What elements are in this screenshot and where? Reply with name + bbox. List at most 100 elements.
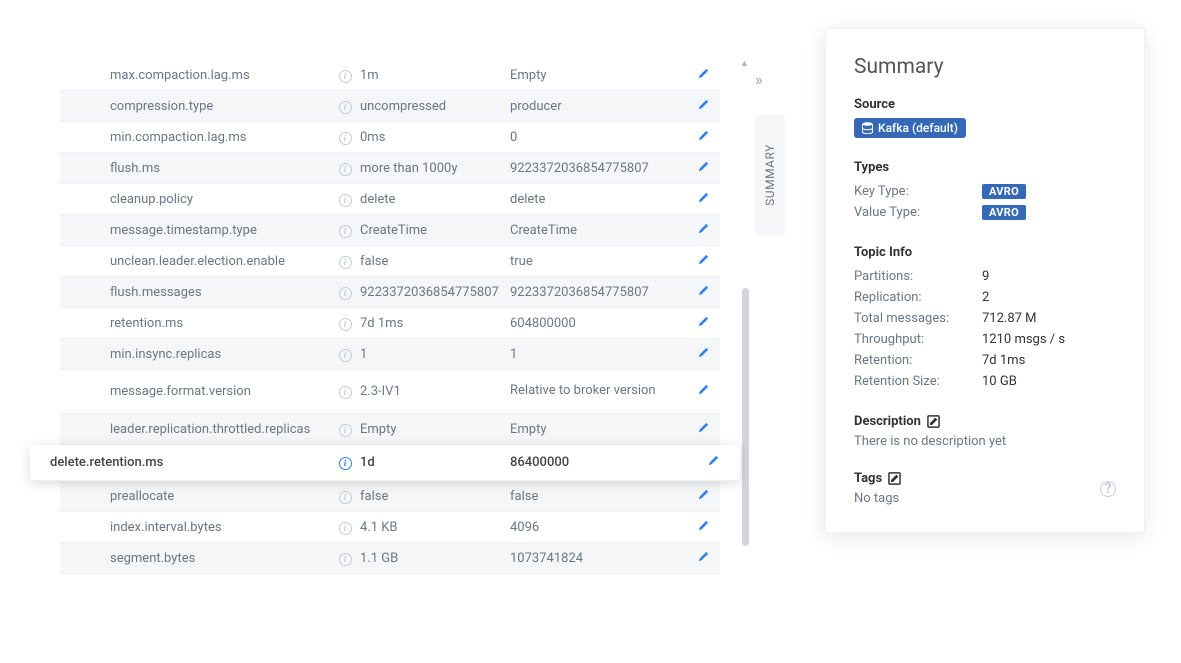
config-row[interactable]: min.compaction.lag.msi0ms0 <box>60 122 720 153</box>
config-row[interactable]: retention.msi7d 1ms604800000 <box>60 308 720 339</box>
info-icon-cell[interactable]: i <box>330 285 360 300</box>
edit-cell[interactable] <box>696 454 720 471</box>
pencil-icon[interactable] <box>697 129 710 142</box>
scrollbar-thumb[interactable] <box>742 288 749 546</box>
info-icon[interactable]: i <box>339 318 352 331</box>
info-icon[interactable]: i <box>339 70 352 83</box>
info-icon-cell[interactable]: i <box>330 520 360 535</box>
config-row[interactable]: preallocateifalsefalse <box>60 481 720 512</box>
pencil-icon[interactable] <box>697 315 710 328</box>
config-row[interactable]: message.timestamp.typeiCreateTimeCreateT… <box>60 215 720 246</box>
info-key: Throughput: <box>854 332 982 347</box>
edit-cell[interactable] <box>686 519 710 536</box>
pencil-icon[interactable] <box>697 160 710 173</box>
pencil-icon[interactable] <box>697 284 710 297</box>
scroll-up-icon[interactable]: ▲ <box>740 58 749 69</box>
info-icon[interactable]: i <box>339 101 352 114</box>
info-icon[interactable]: i <box>339 163 352 176</box>
pencil-icon[interactable] <box>697 98 710 111</box>
config-row[interactable]: leader.replication.throttled.replicasiEm… <box>60 414 720 445</box>
config-row[interactable]: segment.bytesi1.1 GB1073741824 <box>60 543 720 574</box>
config-row[interactable]: flush.msimore than 1000y9223372036854775… <box>60 153 720 184</box>
info-icon[interactable]: i <box>339 349 352 362</box>
pencil-icon[interactable] <box>697 67 710 80</box>
info-icon[interactable]: i <box>339 256 352 269</box>
edit-cell[interactable] <box>686 98 710 115</box>
config-value-display: delete <box>360 192 510 207</box>
source-badge-label: Kafka (default) <box>878 121 958 135</box>
pencil-icon[interactable] <box>697 191 710 204</box>
info-key: Replication: <box>854 290 982 305</box>
pencil-icon[interactable] <box>697 253 710 266</box>
info-icon-cell[interactable]: i <box>330 347 360 362</box>
info-icon-cell[interactable]: i <box>330 130 360 145</box>
info-icon[interactable]: i <box>339 491 352 504</box>
info-key: Retention Size: <box>854 374 982 389</box>
info-icon-cell[interactable]: i <box>330 68 360 83</box>
description-label: Description <box>854 414 921 429</box>
edit-cell[interactable] <box>686 129 710 146</box>
info-icon-cell[interactable]: i <box>330 316 360 331</box>
summary-tab[interactable]: SUMMARY <box>755 115 785 235</box>
info-key: Total messages: <box>854 311 982 326</box>
edit-tags-icon[interactable] <box>888 472 901 485</box>
pencil-icon[interactable] <box>697 346 710 359</box>
pencil-icon[interactable] <box>697 222 710 235</box>
info-icon[interactable]: i <box>339 522 352 535</box>
info-icon[interactable]: i <box>339 287 352 300</box>
edit-cell[interactable] <box>686 160 710 177</box>
info-icon-cell[interactable]: i <box>330 223 360 238</box>
info-icon-cell[interactable]: i <box>330 551 360 566</box>
help-icon[interactable]: ? <box>1100 481 1116 497</box>
info-icon-cell[interactable]: i <box>330 455 360 470</box>
edit-cell[interactable] <box>686 421 710 438</box>
config-row[interactable]: min.insync.replicasi11 <box>60 339 720 370</box>
pencil-icon[interactable] <box>697 383 710 396</box>
info-icon[interactable]: i <box>339 386 352 399</box>
edit-cell[interactable] <box>686 383 710 400</box>
edit-cell[interactable] <box>686 488 710 505</box>
edit-cell[interactable] <box>686 253 710 270</box>
info-icon-cell[interactable]: i <box>330 192 360 207</box>
config-row[interactable]: unclean.leader.election.enableifalsetrue <box>60 246 720 277</box>
config-row[interactable]: compression.typeiuncompressedproducer <box>60 91 720 122</box>
config-row[interactable]: flush.messagesi9223372036854775807922337… <box>60 277 720 308</box>
edit-cell[interactable] <box>686 191 710 208</box>
edit-cell[interactable] <box>686 284 710 301</box>
info-icon-cell[interactable]: i <box>330 254 360 269</box>
info-icon-cell[interactable]: i <box>330 489 360 504</box>
edit-cell[interactable] <box>686 315 710 332</box>
pencil-icon[interactable] <box>697 550 710 563</box>
pencil-icon[interactable] <box>697 519 710 532</box>
config-row[interactable]: max.compaction.lag.msi1mEmpty <box>60 60 720 91</box>
config-value-raw: 4096 <box>510 520 686 535</box>
config-row[interactable]: index.interval.bytesi4.1 KB4096 <box>60 512 720 543</box>
info-icon[interactable]: i <box>339 225 352 238</box>
edit-cell[interactable] <box>686 67 710 84</box>
config-value-raw: 9223372036854775807 <box>510 285 686 300</box>
edit-cell[interactable] <box>686 550 710 567</box>
value-type-row: Value Type: AVRO <box>854 202 1116 223</box>
pencil-icon[interactable] <box>697 421 710 434</box>
info-icon-cell[interactable]: i <box>330 422 360 437</box>
pencil-icon[interactable] <box>707 454 720 467</box>
scrollbar-vertical[interactable]: ▲ <box>741 60 751 615</box>
info-icon[interactable]: i <box>339 194 352 207</box>
info-icon[interactable]: i <box>339 457 352 470</box>
info-icon[interactable]: i <box>339 132 352 145</box>
info-icon-cell[interactable]: i <box>330 99 360 114</box>
edit-cell[interactable] <box>686 222 710 239</box>
info-icon-cell[interactable]: i <box>330 161 360 176</box>
edit-description-icon[interactable] <box>927 415 940 428</box>
config-row[interactable]: message.format.versioni2.3-IV1Relative t… <box>60 370 720 414</box>
info-value: 10 GB <box>982 374 1017 389</box>
info-icon[interactable]: i <box>339 424 352 437</box>
config-row[interactable]: cleanup.policyideletedelete <box>60 184 720 215</box>
pencil-icon[interactable] <box>697 488 710 501</box>
edit-cell[interactable] <box>686 346 710 363</box>
info-icon[interactable]: i <box>339 553 352 566</box>
source-badge[interactable]: Kafka (default) <box>854 118 966 138</box>
expand-summary-icon[interactable]: ›› <box>755 70 761 89</box>
info-icon-cell[interactable]: i <box>330 384 360 399</box>
config-row-highlighted[interactable]: delete.retention.msi1d86400000 <box>30 445 740 481</box>
